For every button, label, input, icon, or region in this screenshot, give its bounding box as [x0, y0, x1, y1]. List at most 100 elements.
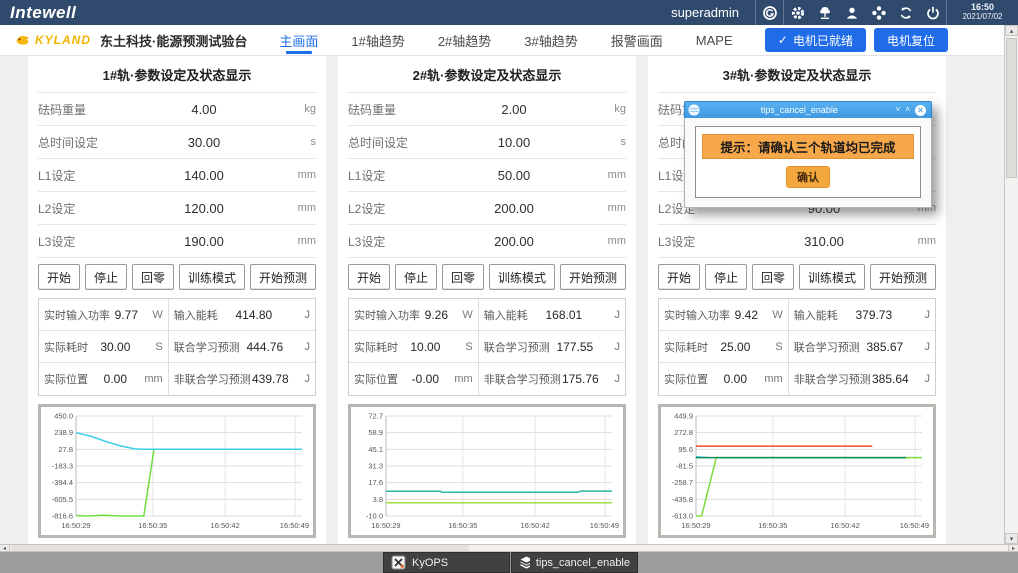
start-predict-button[interactable]: 开始预测	[560, 264, 626, 290]
scroll-up-icon[interactable]: ▴	[1005, 25, 1018, 36]
close-icon[interactable]: ✕	[915, 105, 926, 116]
rail1-panel-title: 1#轨·参数设定及状态显示	[28, 56, 326, 92]
tab-axis3-trend[interactable]: 3#轴趋势	[524, 25, 577, 56]
tab-axis2-trend[interactable]: 2#轴趋势	[438, 25, 491, 56]
tips-dialog: tips_cancel_enable ˅ ˄ ✕ 提示：请确认三个轨道均已完成 …	[684, 101, 932, 208]
apps-icon[interactable]	[865, 0, 892, 25]
vertical-scrollbar[interactable]: ▴ ▾	[1004, 25, 1018, 544]
train-mode-button[interactable]: 训练模式	[489, 264, 555, 290]
minimize-icon[interactable]: ˅	[896, 106, 901, 114]
weight-label: 砝码重量	[38, 101, 126, 118]
kyland-bird-icon	[14, 33, 32, 48]
l1-value-field[interactable]: 140.00	[126, 168, 282, 183]
l3-value-field[interactable]: 190.00	[126, 234, 282, 249]
input-energy-cell: 输入能耗 414.80 J	[169, 299, 315, 330]
svg-text:16:50:42: 16:50:42	[831, 521, 860, 530]
svg-text:16:50:42: 16:50:42	[211, 521, 240, 530]
return-zero-button[interactable]: 回零	[132, 264, 174, 290]
return-zero-button[interactable]: 回零	[442, 264, 484, 290]
rollup-icon[interactable]: ˄	[905, 106, 910, 114]
param-row: L1设定 140.00 mm	[38, 159, 316, 192]
l3-value-field[interactable]: 310.00	[746, 234, 902, 249]
scroll-down-icon[interactable]: ▾	[1005, 533, 1018, 544]
svg-text:-183.3: -183.3	[52, 462, 73, 471]
tab-axis1-trend[interactable]: 1#轴趋势	[351, 25, 404, 56]
start-button[interactable]: 开始	[38, 264, 80, 290]
vertical-scroll-thumb[interactable]	[1006, 38, 1017, 178]
network-icon[interactable]	[811, 0, 838, 25]
gear-icon[interactable]	[784, 0, 811, 25]
svg-text:58.9: 58.9	[368, 428, 383, 437]
stop-button[interactable]: 停止	[85, 264, 127, 290]
param-row: L3设定 200.00 mm	[348, 225, 626, 258]
l3-label: L3设定	[348, 233, 436, 250]
start-predict-button[interactable]: 开始预测	[250, 264, 316, 290]
svg-text:3.8: 3.8	[373, 495, 383, 504]
status-table: 实时输入功率 9.26 W 输入能耗 168.01 J 实际耗时 10.00 S…	[348, 298, 626, 396]
svg-text:17.6: 17.6	[368, 478, 383, 487]
taskbar-item-tips[interactable]: tips_cancel_enable	[511, 552, 638, 573]
l3-unit: mm	[592, 235, 626, 247]
window-sphere-icon	[685, 103, 703, 118]
system-topbar: Intewell superadmin 16:50 2021/07/02	[0, 0, 1018, 25]
l2-label: L2设定	[348, 200, 436, 217]
weight-value-field[interactable]: 4.00	[126, 102, 282, 117]
non-federated-prediction-cell: 非联合学习预测 439.78 J	[169, 363, 315, 395]
stop-button[interactable]: 停止	[705, 264, 747, 290]
svg-text:449.9: 449.9	[674, 412, 693, 421]
status-table: 实时输入功率 9.42 W 输入能耗 379.73 J 实际耗时 25.00 S…	[658, 298, 936, 396]
return-zero-button[interactable]: 回零	[752, 264, 794, 290]
total-time-unit: s	[592, 136, 626, 148]
total-time-value-field[interactable]: 10.00	[436, 135, 592, 150]
elapsed-time-cell: 实际耗时 10.00 S	[349, 331, 479, 362]
actual-position-cell: 实际位置 0.00 mm	[659, 363, 789, 395]
tab-alarm-screen[interactable]: 报警画面	[611, 25, 663, 56]
weight-unit: kg	[592, 103, 626, 115]
l1-value-field[interactable]: 50.00	[436, 168, 592, 183]
horizontal-scrollbar[interactable]: ◂ ▸	[0, 544, 1018, 552]
dialog-title: tips_cancel_enable	[703, 105, 896, 115]
sync-icon[interactable]	[892, 0, 919, 25]
motor-ready-button[interactable]: ✓ 电机已就绪	[765, 28, 866, 52]
start-predict-button[interactable]: 开始预测	[870, 264, 936, 290]
power-icon[interactable]	[919, 0, 946, 25]
total-time-unit: s	[282, 136, 316, 148]
l3-value-field[interactable]: 200.00	[436, 234, 592, 249]
motor-reset-button[interactable]: 电机复位	[874, 28, 948, 52]
l1-unit: mm	[282, 169, 316, 181]
total-time-value-field[interactable]: 30.00	[126, 135, 282, 150]
param-row: 总时间设定 10.00 s	[348, 126, 626, 159]
taskbar-item-kyops[interactable]: KyOPS	[383, 552, 510, 573]
train-mode-button[interactable]: 训练模式	[799, 264, 865, 290]
l2-value-field[interactable]: 200.00	[436, 201, 592, 216]
intewell-logo: Intewell	[10, 3, 76, 23]
train-mode-button[interactable]: 训练模式	[179, 264, 245, 290]
svg-text:-605.5: -605.5	[52, 495, 73, 504]
scroll-left-icon[interactable]: ◂	[0, 545, 10, 551]
start-button[interactable]: 开始	[348, 264, 390, 290]
confirm-button[interactable]: 确认	[786, 166, 830, 188]
motor-ready-label: 电机已就绪	[793, 32, 853, 49]
svg-text:31.3: 31.3	[368, 462, 383, 471]
dialog-titlebar[interactable]: tips_cancel_enable ˅ ˄ ✕	[684, 101, 932, 118]
weight-value-field[interactable]: 2.00	[436, 102, 592, 117]
scroll-right-icon[interactable]: ▸	[1008, 545, 1018, 551]
user-icon[interactable]	[838, 0, 865, 25]
taskbar-item-label: KyOPS	[412, 557, 448, 569]
l2-value-field[interactable]: 120.00	[126, 201, 282, 216]
federated-prediction-cell: 联合学习预测 177.55 J	[479, 331, 625, 362]
param-row: 砝码重量 2.00 kg	[348, 93, 626, 126]
l3-unit: mm	[902, 235, 936, 247]
param-row: 砝码重量 4.00 kg	[38, 93, 316, 126]
svg-text:-435.8: -435.8	[672, 495, 693, 504]
stop-button[interactable]: 停止	[395, 264, 437, 290]
tab-mape[interactable]: MAPE	[696, 25, 733, 56]
svg-text:272.8: 272.8	[674, 428, 693, 437]
param-row: L1设定 50.00 mm	[348, 159, 626, 192]
horizontal-scroll-thumb[interactable]	[11, 545, 469, 551]
tab-main-screen[interactable]: 主画面	[279, 25, 318, 56]
g-circle-icon[interactable]	[756, 0, 783, 25]
start-button[interactable]: 开始	[658, 264, 700, 290]
svg-text:16:50:49: 16:50:49	[280, 521, 309, 530]
svg-text:16:50:49: 16:50:49	[590, 521, 619, 530]
